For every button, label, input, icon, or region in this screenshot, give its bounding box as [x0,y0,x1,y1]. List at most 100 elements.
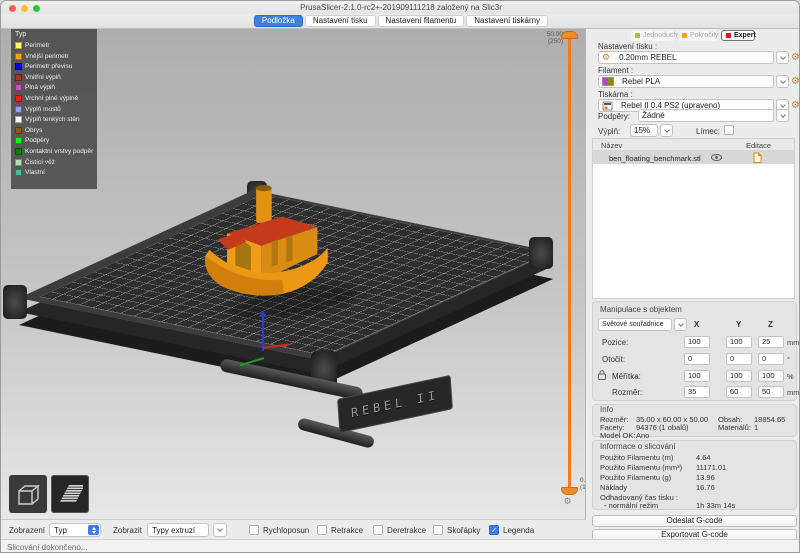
size-y-input[interactable]: 60 [726,386,752,398]
travel-label: Rychloposun [263,526,309,535]
position-x-input[interactable]: 100 [684,336,710,348]
chevron-down-icon [664,127,670,133]
size-x-input[interactable]: 35 [684,386,710,398]
tab-print-settings[interactable]: Nastavení tisku [305,15,376,27]
deretractions-checkbox[interactable] [373,525,383,535]
print-settings-dropdown-button[interactable] [776,51,789,64]
legend-item-label: Vrchní plné výplně [25,95,78,102]
legend-swatch [15,95,22,102]
benchy-boat-model[interactable] [199,177,334,302]
filament-m-value: 4.64 [696,453,711,462]
mode-expert-button[interactable]: Expert [721,30,755,41]
tab-bar: Podložka Nastavení tisku Nastavení filam… [1,14,800,29]
sliced-info-title: Informace o slicování [600,442,676,451]
retractions-label: Retrakce [331,526,363,535]
shells-checkbox[interactable] [433,525,443,535]
filament-edit-gear-icon[interactable]: ⚙ [789,75,800,88]
info-materials-value: 1 [754,423,758,432]
rotate-x-input[interactable]: 0 [684,353,710,365]
supports-dropdown-button[interactable] [776,109,789,122]
rotate-label: Otočit: [602,355,625,364]
advanced-mode-square-icon [682,33,687,38]
select-stepper-icon [88,525,99,535]
printer-corner-left [3,285,27,319]
size-z-input[interactable]: 50 [758,386,784,398]
show-combo[interactable]: Typy extruzí [147,523,209,537]
info-title: Info [600,405,613,414]
printer-corner-right [529,237,553,269]
sidebar: Jednoduchý Pokročilý Expert Nastavení ti… [586,29,800,539]
legend-swatch [15,42,22,49]
coordinates-combo[interactable]: Světové souřadnice [598,318,672,331]
status-bar: Slicování dokončeno... [1,539,800,553]
position-y-input[interactable]: 100 [726,336,752,348]
tab-filament-settings[interactable]: Nastavení filamentu [378,15,465,27]
scale-y-input[interactable]: 100 [726,370,752,382]
scale-x-input[interactable]: 100 [684,370,710,382]
filament-g-label: Použito Filamentu (g) [600,473,671,482]
chevron-down-icon [217,526,223,532]
mode-advanced-button[interactable]: Pokročilý [678,30,718,41]
status-text: Slicování dokončeno... [7,543,88,552]
mode-simple-button[interactable]: Jednoduchý [631,30,675,41]
layer-slider-top-handle[interactable] [561,31,578,39]
legend-item-label: Vnitřní výplň [25,74,61,81]
object-row[interactable]: ben_floating_benchmark.stl [593,151,794,164]
layer-slider-bottom-handle[interactable] [561,487,578,495]
preview-view-button[interactable] [51,475,89,513]
chevron-down-icon [678,321,684,327]
coordinates-dropdown-button[interactable] [674,318,687,331]
infill-dropdown-button[interactable] [660,124,673,137]
filament-combo[interactable]: Rebel PLA [598,75,774,88]
cube-icon [15,481,41,507]
legend-item-label: Čistící věž [25,159,55,166]
scale-unit: % [787,372,794,381]
position-label: Pozice: [602,338,628,347]
print-settings-label: Nastavení tisku : [598,42,657,51]
show-dropdown-button[interactable] [213,523,227,537]
3d-viewport[interactable]: REBEL II Typ Perimetr Vnější perimetr [1,29,586,519]
position-unit: mm [787,338,800,347]
tab-printer-settings[interactable]: Nastavení tiskárny [466,15,548,27]
prusaslicer-window: PrusaSlicer-2.1.0-rc2+-201909111218 zalo… [0,0,800,553]
brim-label: Límec: [696,127,720,136]
printer-edit-gear-icon[interactable]: ⚙ [789,99,800,112]
deretractions-label: Deretrakce [387,526,426,535]
legend-item-label: Plná výplň [25,84,55,91]
layers-icon [57,481,83,507]
scale-z-input[interactable]: 100 [758,370,784,382]
rotate-z-input[interactable]: 0 [758,353,784,365]
legend-item-label: Výplň mostů [25,106,61,113]
lock-icon[interactable] [598,370,606,380]
travel-checkbox[interactable] [249,525,259,535]
info-model-ok-label: Model OK: [600,431,635,440]
filament-mm3-value: 11171.01 [696,463,726,472]
slider-top-label: 50.00(250) [539,31,563,45]
legend-item-label: Perimetr převisu [25,63,72,70]
print-settings-edit-gear-icon[interactable]: ⚙ [789,51,800,64]
z-axis-arrow-icon [259,311,267,317]
z-axis-indicator [262,315,264,351]
supports-combo[interactable]: Žádné [638,109,774,122]
eye-icon[interactable] [711,154,722,161]
brim-checkbox[interactable] [724,125,734,135]
rotate-y-input[interactable]: 0 [726,353,752,365]
slider-gear-icon[interactable]: ⚙ [561,495,574,508]
retractions-checkbox[interactable] [317,525,327,535]
info-model-ok-value: Ano [636,431,649,440]
bottom-toolbar: Zobrazení Typ Zobrazit Typy extruzí Rych… [1,519,586,539]
tab-plater[interactable]: Podložka [254,15,303,27]
legend-swatch [15,106,22,113]
print-settings-combo[interactable]: ⚙ 0.20mm REBEL [598,51,774,64]
legend-checkbox[interactable]: ✓ [489,525,499,535]
object-list: Název Editace ben_floating_benchmark.stl [592,138,795,299]
infill-combo[interactable]: 15% [630,124,658,137]
edit-object-icon[interactable] [753,152,762,163]
3d-editor-view-button[interactable] [9,475,47,513]
printer-icon [602,101,613,111]
filament-dropdown-button[interactable] [776,75,789,88]
legend-swatch [15,127,22,134]
view-select[interactable]: Typ [49,523,101,537]
send-gcode-button[interactable]: Odeslat G-code [592,515,797,527]
position-z-input[interactable]: 25 [758,336,784,348]
